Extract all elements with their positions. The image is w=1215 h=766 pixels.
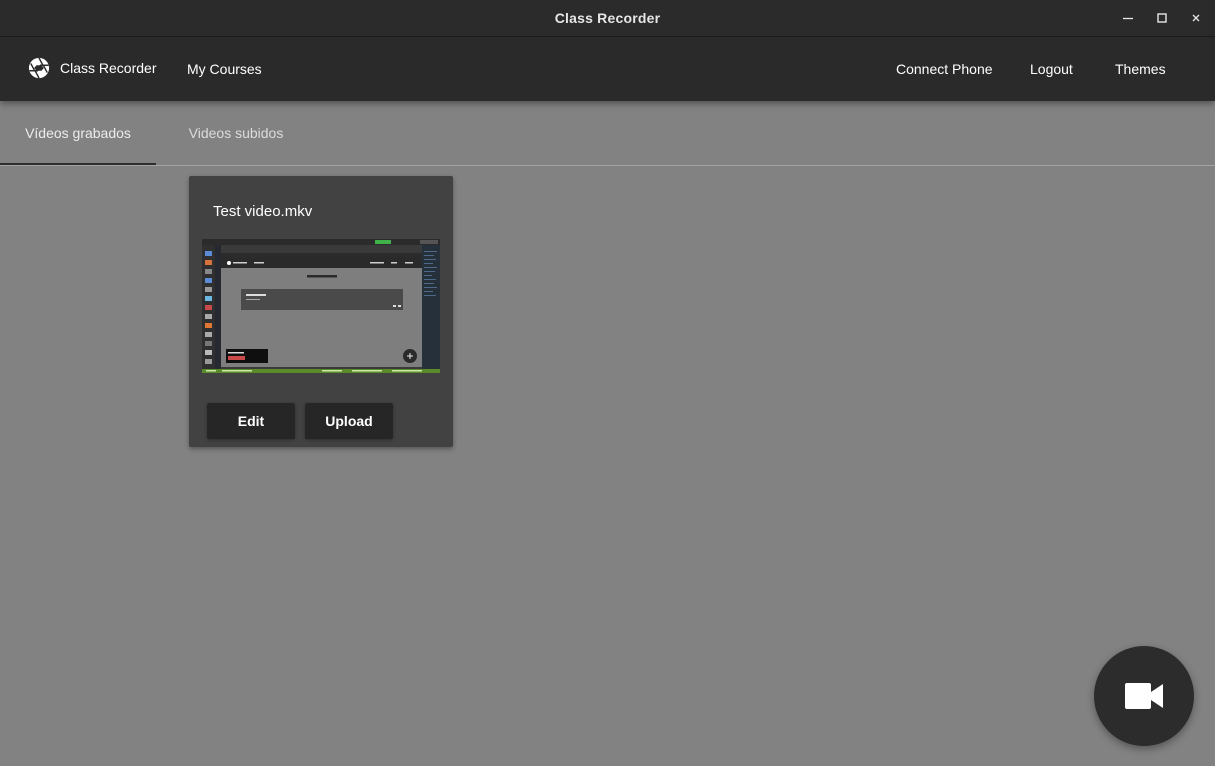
video-thumbnail xyxy=(202,239,440,373)
minimize-button[interactable] xyxy=(1115,6,1141,30)
maximize-icon xyxy=(1157,13,1167,23)
active-tab-indicator xyxy=(0,163,156,165)
maximize-button[interactable] xyxy=(1149,6,1175,30)
nav-themes[interactable]: Themes xyxy=(1115,61,1166,77)
videocam-icon xyxy=(1125,683,1163,709)
window-title: Class Recorder xyxy=(554,10,661,26)
tab-recorded-videos[interactable]: Vídeos grabados xyxy=(0,101,156,165)
nav-my-courses[interactable]: My Courses xyxy=(187,61,262,77)
minimize-icon xyxy=(1123,17,1133,20)
brand-link[interactable]: Class Recorder xyxy=(28,57,156,79)
record-video-button[interactable] xyxy=(1094,646,1194,746)
nav-connect-phone[interactable]: Connect Phone xyxy=(896,61,993,77)
video-card: Test video.mkv Edit Upload xyxy=(189,176,453,447)
edit-button[interactable]: Edit xyxy=(207,403,295,439)
app-bar: Class Recorder My Courses Connect Phone … xyxy=(0,37,1215,101)
window-titlebar: Class Recorder xyxy=(0,0,1215,37)
tab-uploaded-videos[interactable]: Videos subidos xyxy=(156,101,316,165)
close-icon xyxy=(1192,14,1200,22)
upload-button[interactable]: Upload xyxy=(305,403,393,439)
aperture-icon xyxy=(28,57,50,79)
tab-bar: Vídeos grabados Videos subidos xyxy=(0,101,1215,166)
brand-label: Class Recorder xyxy=(60,60,157,76)
close-button[interactable] xyxy=(1183,6,1209,30)
video-title: Test video.mkv xyxy=(213,203,313,220)
nav-logout[interactable]: Logout xyxy=(1030,61,1073,77)
